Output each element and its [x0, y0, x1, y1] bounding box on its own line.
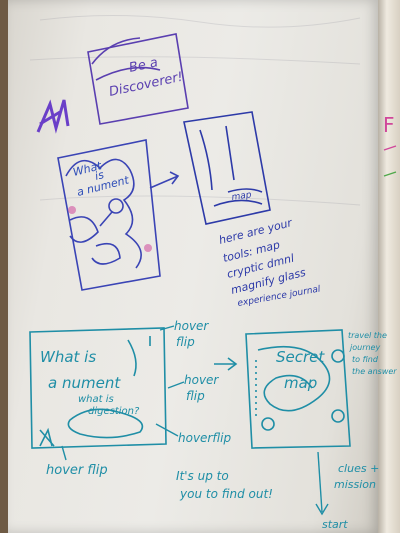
side-note-line4: the answer: [352, 367, 397, 376]
side-note: travel the journey to find the answer: [348, 331, 397, 376]
clues-text: clues + mission start: [322, 462, 379, 531]
notebook-photo: Be a Discoverer! What is a nument map he…: [0, 0, 400, 533]
hover-notes: hover flip hover flip hoverflip hover fl…: [46, 319, 273, 501]
map-sketch: [57, 139, 161, 291]
box-text-line2: Discoverer!: [108, 70, 185, 100]
note-top-line2: flip: [176, 335, 195, 349]
note-mid-line2: flip: [186, 389, 205, 403]
bottom-left-title: What is a nument: [40, 348, 121, 392]
bl-sub-line2: digestion?: [88, 406, 140, 417]
side-note-line3: to find: [352, 355, 379, 364]
pink-blobs: [68, 206, 152, 252]
box-text-line1: Be a: [128, 55, 160, 76]
side-note-line2: journey: [349, 343, 380, 352]
note-mid-line1: hover: [184, 373, 219, 387]
tools-caption: here are your tools: map cryptic dmnl ma…: [218, 216, 322, 309]
br-title-line1: Secret: [276, 348, 325, 366]
edge-letter: F: [383, 113, 395, 137]
purple-scribble: [36, 99, 70, 134]
br-title-line2: map: [284, 374, 317, 392]
tools-caption-line1: here are your: [218, 216, 295, 247]
edge-marks: F: [383, 113, 397, 177]
clues-line2: mission: [334, 478, 376, 491]
map-labels: What is a nument: [72, 159, 131, 199]
arrow-to-tools: [149, 171, 180, 189]
bl-title-line1: What is: [40, 348, 96, 366]
clues-line1: clues +: [338, 462, 379, 475]
sketch-drawing: Be a Discoverer! What is a nument map he…: [29, 14, 397, 531]
bottom-label: hover flip: [46, 463, 108, 478]
note-low: hoverflip: [178, 431, 231, 445]
bottom-left-sub: what is digestion?: [78, 394, 140, 417]
start-label: start: [322, 518, 348, 531]
tools-box: [183, 111, 271, 225]
arrow-to-map: [214, 357, 238, 371]
discoverer-text: Be a Discoverer!: [108, 55, 185, 100]
prompt-line2: you to find out!: [179, 487, 273, 501]
note-top-line1: hover: [174, 319, 209, 333]
bl-title-line2: a nument: [48, 374, 121, 392]
bl-sub-line1: what is: [78, 394, 114, 405]
prompt-line1: It's up to: [176, 469, 229, 483]
side-note-line1: travel the: [348, 331, 387, 340]
secret-map-title: Secret map: [276, 348, 325, 392]
down-arrow: [315, 451, 329, 516]
